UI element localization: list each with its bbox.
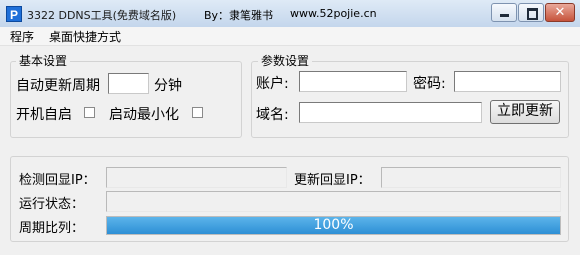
close-icon: ✕: [554, 5, 566, 20]
run-status-field: [106, 191, 561, 212]
minimize-button[interactable]: [491, 3, 517, 22]
account-input[interactable]: [299, 71, 407, 92]
domain-input[interactable]: [299, 102, 482, 123]
basic-settings-title: 基本设置: [16, 52, 71, 69]
autostart-checkbox[interactable]: [84, 107, 95, 118]
update-ip-label: 更新回显IP：: [294, 173, 371, 188]
update-now-button[interactable]: 立即更新: [490, 100, 560, 124]
menu-item-program[interactable]: 程序: [10, 28, 34, 45]
title-bar[interactable]: P 3322 DDNS工具(免费域名版) By：隶笔雅书 www.52pojie…: [0, 0, 580, 28]
menu-item-desktop-shortcut[interactable]: 桌面快捷方式: [49, 28, 121, 45]
window-author: By：隶笔雅书: [204, 9, 274, 22]
detect-ip-label: 检测回显IP：: [19, 173, 96, 188]
password-input[interactable]: [454, 71, 561, 92]
password-label: 密码:: [413, 76, 446, 92]
update-period-label: 自动更新周期: [16, 78, 100, 94]
minimize-on-start-checkbox[interactable]: [192, 107, 203, 118]
minimize-on-start-label: 启动最小化: [109, 107, 179, 123]
period-progress-bar: 100%: [106, 216, 561, 235]
close-button[interactable]: ✕: [545, 3, 575, 22]
period-ratio-label: 周期比列：: [19, 221, 85, 236]
progress-text: 100%: [313, 217, 354, 233]
minimize-icon: [500, 14, 509, 17]
app-window: P 3322 DDNS工具(免费域名版) By：隶笔雅书 www.52pojie…: [0, 0, 580, 255]
account-label: 账户:: [256, 76, 289, 92]
window-url: www.52pojie.cn: [290, 7, 377, 20]
domain-label: 域名:: [256, 107, 289, 123]
run-status-label: 运行状态：: [19, 197, 85, 212]
update-ip-field: [381, 167, 561, 188]
maximize-icon: [527, 8, 538, 20]
menu-bar: 程序 桌面快捷方式: [0, 27, 580, 46]
update-period-input[interactable]: [108, 73, 149, 94]
autostart-label: 开机自启: [16, 107, 72, 123]
maximize-button[interactable]: [518, 3, 544, 22]
param-settings-title: 参数设置: [258, 52, 313, 69]
detect-ip-field: [106, 167, 287, 188]
app-icon: P: [6, 6, 22, 22]
window-title: 3322 DDNS工具(免费域名版): [27, 9, 177, 22]
minute-unit-label: 分钟: [154, 78, 182, 94]
